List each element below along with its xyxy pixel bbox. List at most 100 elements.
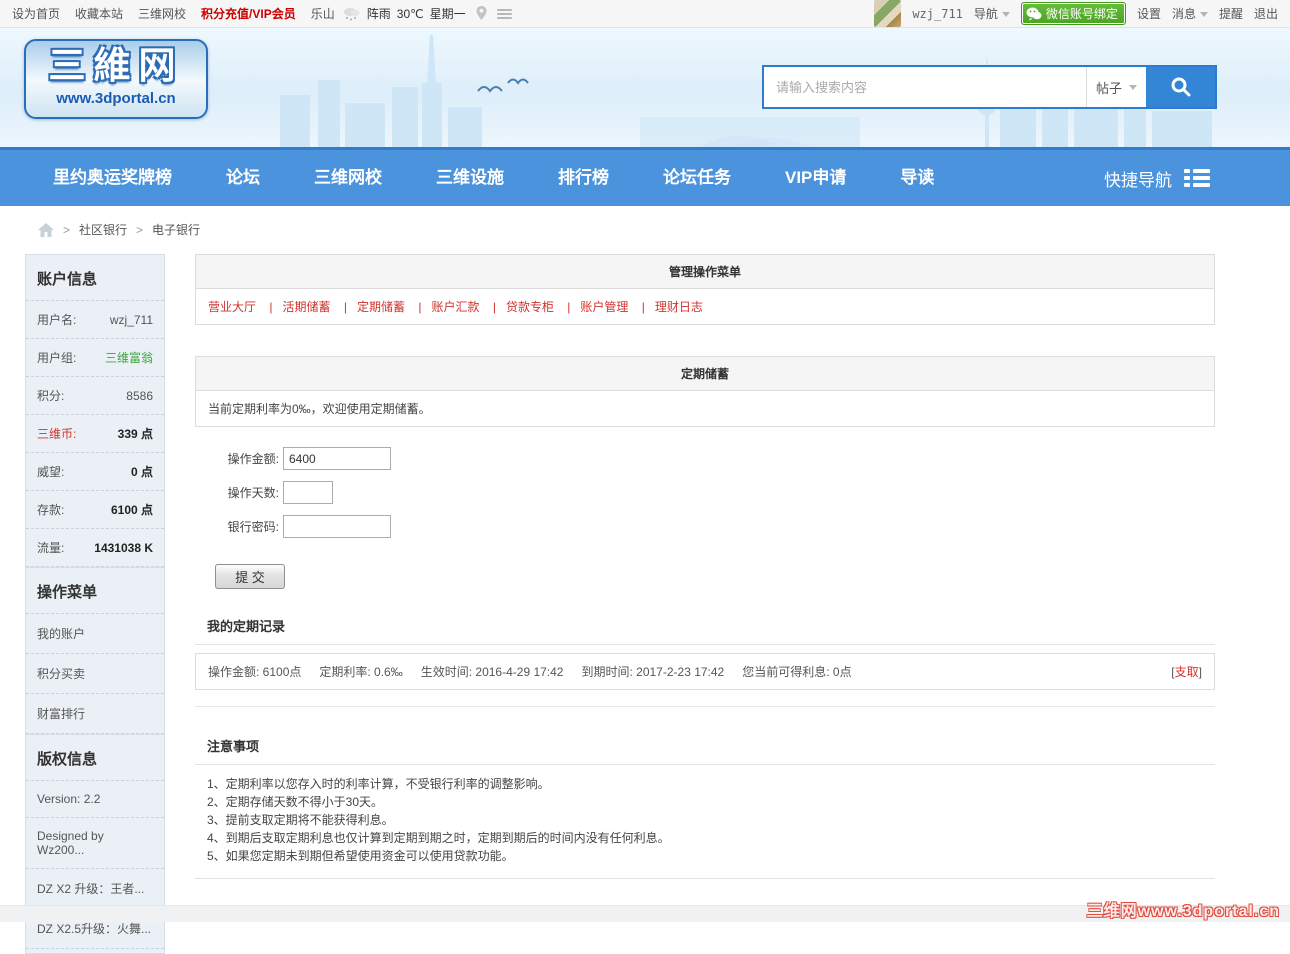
record-rate: 定期利率: 0.6‰ — [319, 663, 402, 680]
breadcrumb-separator — [63, 223, 70, 237]
temperature-label: 30℃ — [397, 7, 424, 21]
site-logo[interactable]: 三維网 www.3dportal.cn — [24, 39, 208, 119]
days-label: 操作天数: — [215, 484, 279, 501]
notes-list: 1、定期利率以您存入时的利率计算，不受银行利率的调整影响。 2、定期存储天数不得… — [195, 765, 1215, 879]
alerts-link[interactable]: 提醒 — [1219, 5, 1243, 22]
copyright-designer[interactable]: Designed by Wz200... — [26, 818, 164, 869]
link-fixed-savings[interactable]: 定期储蓄 — [334, 300, 405, 314]
amount-label: 操作金额: — [215, 450, 279, 467]
password-row: 银行密码: — [215, 515, 1215, 538]
username-label[interactable]: wzj_711 — [912, 7, 963, 21]
topbar: 设为首页 收藏本站 三维网校 积分充值/VIP会员 乐山 阵雨 30℃ 星期一 … — [0, 0, 1290, 28]
rate-notice: 当前定期利率为0‰，欢迎使用定期储蓄。 — [196, 391, 1214, 426]
settings-link[interactable]: 设置 — [1137, 5, 1161, 22]
manage-menu-panel: 管理操作菜单 营业大厅 活期储蓄 定期储蓄 账户汇款 贷款专柜 账户管理 理财日… — [195, 254, 1215, 325]
nav-item-facilities[interactable]: 三维设施 — [409, 150, 531, 206]
chevron-down-icon — [1002, 12, 1010, 17]
note-item: 4、到期后支取定期利息也仅计算到定期到期之时，定期到期后的时间内没有任何利息。 — [207, 829, 1203, 847]
account-info-section: 账户信息 用户名: wzj_711 用户组: 三维富翁 积分: 8586 三维币… — [26, 255, 164, 567]
cloud-rain-icon — [341, 6, 361, 21]
nav-item-guide[interactable]: 导读 — [873, 150, 961, 206]
logout-link[interactable]: 退出 — [1254, 5, 1278, 22]
link-finance-log[interactable]: 理财日志 — [632, 300, 703, 314]
amount-field[interactable] — [283, 447, 391, 470]
days-row: 操作天数: — [215, 481, 1215, 504]
copyright-title: 版权信息 — [26, 735, 164, 781]
account-row-points: 积分: 8586 — [26, 377, 164, 415]
nav-item-school[interactable]: 三维网校 — [287, 150, 409, 206]
user-nav-dropdown[interactable]: 导航 — [974, 5, 1010, 22]
user-avatar[interactable] — [874, 0, 901, 27]
footer-watermark: 三维网www.3dportal.cn — [1087, 897, 1280, 921]
notes-section: 注意事项 1、定期利率以您存入时的利率计算，不受银行利率的调整影响。 2、定期存… — [195, 727, 1215, 879]
amount-row: 操作金额: — [215, 447, 1215, 470]
location-pin-icon[interactable] — [476, 6, 487, 21]
record-end-time: 到期时间: 2017-2-23 17:42 — [581, 663, 724, 680]
deposit-form: 操作金额: 操作天数: 银行密码: — [215, 447, 1215, 538]
note-item: 1、定期利率以您存入时的利率计算，不受银行利率的调整影响。 — [207, 775, 1203, 793]
home-icon[interactable] — [38, 223, 54, 237]
submit-button[interactable]: 提 交 — [215, 564, 285, 589]
copyright-version: Version: 2.2 — [26, 781, 164, 818]
nav-item-olympics[interactable]: 里约奥运奖牌榜 — [26, 150, 199, 206]
operation-menu-section: 操作菜单 我的账户 积分买卖 财富排行 — [26, 567, 164, 734]
withdraw-link[interactable]: 支取 — [1171, 663, 1202, 680]
copyright-dzx2[interactable]: DZ X2 升级：王者... — [26, 869, 164, 909]
search-icon — [1169, 75, 1193, 99]
link-loan-counter[interactable]: 贷款专柜 — [483, 300, 554, 314]
wechat-icon — [1026, 7, 1042, 21]
password-label: 银行密码: — [215, 518, 279, 535]
breadcrumb-ebank: 电子银行 — [152, 221, 200, 238]
search-bar: 帖子 — [762, 65, 1217, 109]
logo-title: 三維网 — [26, 43, 206, 89]
account-row-deposit: 存款: 6100 点 — [26, 491, 164, 529]
record-start-time: 生效时间: 2016-4-29 17:42 — [421, 663, 564, 680]
manage-menu-links: 营业大厅 活期储蓄 定期储蓄 账户汇款 贷款专柜 账户管理 理财日志 — [196, 289, 1214, 324]
vip-recharge-link[interactable]: 积分充值/VIP会员 — [201, 5, 296, 22]
nav-item-ranking[interactable]: 排行榜 — [531, 150, 636, 206]
account-info-title: 账户信息 — [26, 255, 164, 301]
main-panel: 管理操作菜单 营业大厅 活期储蓄 定期储蓄 账户汇款 贷款专柜 账户管理 理财日… — [195, 254, 1215, 954]
link-current-savings[interactable]: 活期储蓄 — [259, 300, 330, 314]
quick-nav-button[interactable]: 快捷导航 — [1104, 166, 1210, 191]
search-type-select[interactable]: 帖子 — [1086, 67, 1146, 107]
nav-item-tasks[interactable]: 论坛任务 — [636, 150, 758, 206]
set-home-link[interactable]: 设为首页 — [12, 5, 60, 22]
topbar-menu-icon[interactable] — [497, 7, 512, 21]
fixed-deposit-header: 定期储蓄 — [196, 357, 1214, 391]
site-banner: 三維网 www.3dportal.cn 帖子 — [0, 28, 1290, 150]
school-link[interactable]: 三维网校 — [138, 5, 186, 22]
account-row-coins: 三维币: 339 点 — [26, 415, 164, 453]
weekday-label: 星期一 — [430, 5, 466, 22]
nav-item-vip[interactable]: VIP申请 — [758, 150, 873, 206]
logo-url: www.3dportal.cn — [26, 89, 206, 109]
nav-item-forum[interactable]: 论坛 — [199, 150, 287, 206]
sidebar-item-points-trade[interactable]: 积分买卖 — [26, 654, 164, 694]
note-item: 5、如果您定期未到期但希望使用资金可以使用贷款功能。 — [207, 847, 1203, 865]
note-item: 2、定期存储天数不得小于30天。 — [207, 793, 1203, 811]
link-business-hall[interactable]: 营业大厅 — [208, 300, 256, 314]
account-row-group: 用户组: 三维富翁 — [26, 339, 164, 377]
record-amount: 操作金额: 6100点 — [208, 663, 301, 680]
bank-password-field[interactable] — [283, 515, 391, 538]
account-row-traffic: 流量: 1431038 K — [26, 529, 164, 567]
main-nav: 里约奥运奖牌榜 论坛 三维网校 三维设施 排行榜 论坛任务 VIP申请 导读 快… — [0, 150, 1290, 206]
breadcrumb-community-bank[interactable]: 社区银行 — [79, 221, 127, 238]
records-area: 操作金额: 6100点 定期利率: 0.6‰ 生效时间: 2016-4-29 1… — [195, 645, 1215, 707]
wechat-bind-button[interactable]: 微信账号绑定 — [1021, 2, 1126, 25]
link-account-transfer[interactable]: 账户汇款 — [408, 300, 479, 314]
record-row: 操作金额: 6100点 定期利率: 0.6‰ 生效时间: 2016-4-29 1… — [195, 653, 1215, 690]
days-field[interactable] — [283, 481, 333, 504]
chevron-down-icon — [1129, 85, 1137, 90]
search-input[interactable] — [764, 67, 1086, 107]
breadcrumb-separator — [136, 223, 143, 237]
messages-dropdown[interactable]: 消息 — [1172, 5, 1208, 22]
records-title: 我的定期记录 — [195, 605, 1215, 645]
operation-menu-title: 操作菜单 — [26, 568, 164, 614]
link-account-manage[interactable]: 账户管理 — [557, 300, 628, 314]
sidebar-item-wealth-ranking[interactable]: 财富排行 — [26, 694, 164, 734]
favorite-link[interactable]: 收藏本站 — [75, 5, 123, 22]
search-button[interactable] — [1146, 67, 1215, 107]
record-interest: 您当前可得利息: 0点 — [742, 663, 851, 680]
sidebar-item-my-account[interactable]: 我的账户 — [26, 614, 164, 654]
